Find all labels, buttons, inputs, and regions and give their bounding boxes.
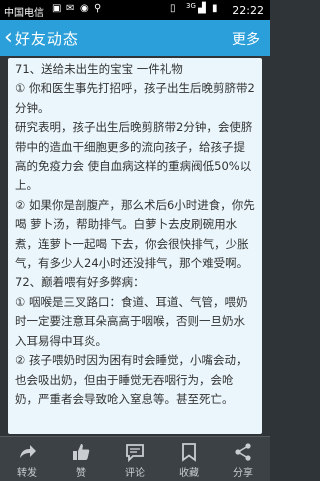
paragraph: ② 孩子喂奶时因为困有时会睡觉，小嘴会动，也会吸出奶，但由于睡觉无吞咽行为，会呛… bbox=[15, 353, 248, 406]
paragraph: 71、送给未出生的宝宝 一件礼物 bbox=[15, 62, 183, 76]
tab-label: 赞 bbox=[76, 468, 86, 479]
paragraph: ① 咽喉是三叉路口：食道、耳道、气管，喂奶时一定要注意耳朵高高于咽喉，否则一旦奶… bbox=[15, 294, 248, 348]
clock: 22:22 bbox=[232, 4, 264, 17]
tab-like[interactable]: 赞 bbox=[54, 437, 108, 481]
status-bar: 中国电信 ▣ ✉ ◉ ⚲ ▯ 3G ▟ ▮ 22:22 bbox=[0, 0, 270, 20]
paragraph: 72、巅着喂有好多弊病： bbox=[15, 275, 145, 290]
message-icon: ✉ bbox=[66, 3, 75, 14]
paragraph: ② 如果你是剖腹产，那么术后6小时进食，你先喝 萝卜汤，帮助排气。白萝卜去皮刷碗… bbox=[15, 197, 255, 271]
share-network-icon bbox=[216, 441, 270, 463]
battery-icon: ▮ bbox=[212, 3, 218, 14]
more-button[interactable]: 更多 bbox=[232, 29, 260, 49]
tab-favorite[interactable]: 收藏 bbox=[162, 437, 216, 481]
tab-label: 转发 bbox=[17, 468, 37, 479]
network-type: 3G bbox=[186, 2, 196, 10]
thumbs-up-icon bbox=[54, 441, 108, 463]
paragraph: 研究表明，孩子出生后晚剪脐带2分钟，会使脐带中的造血干细胞更多的流向孩子，给孩子… bbox=[15, 120, 253, 193]
bottom-tab-bar: 转发 赞 评论 收藏 分享 bbox=[0, 436, 270, 481]
signal-icon: ▟ bbox=[198, 3, 206, 14]
tab-label: 收藏 bbox=[179, 468, 199, 479]
carrier-label: 中国电信 bbox=[4, 8, 44, 19]
notification-icon: ▣ bbox=[52, 3, 62, 14]
voicemail-icon: ◉ bbox=[80, 3, 89, 14]
paragraph: ① 你和医生事先打招呼，孩子出生后晚剪脐带2分钟。 bbox=[15, 81, 255, 115]
tab-share[interactable]: 分享 bbox=[216, 437, 270, 481]
comment-icon bbox=[108, 441, 162, 463]
back-button[interactable]: ‹ 好友动态 bbox=[4, 26, 79, 50]
share-icon bbox=[0, 441, 54, 463]
tab-comment[interactable]: 评论 bbox=[108, 437, 162, 481]
post-content: 71、送给未出生的宝宝 一件礼物 ① 你和医生事先打招呼，孩子出生后晚剪脐带2分… bbox=[8, 58, 262, 434]
chevron-left-icon: ‹ bbox=[4, 25, 13, 50]
page-title: 好友动态 bbox=[14, 29, 79, 48]
vibrate-icon: ▯ bbox=[170, 3, 176, 14]
usb-icon: ⚲ bbox=[94, 3, 102, 14]
bookmark-icon bbox=[162, 441, 216, 463]
tab-forward[interactable]: 转发 bbox=[0, 437, 54, 481]
tab-label: 分享 bbox=[233, 468, 253, 479]
tab-label: 评论 bbox=[125, 468, 145, 479]
header-bar: ‹ 好友动态 更多 bbox=[0, 20, 270, 56]
